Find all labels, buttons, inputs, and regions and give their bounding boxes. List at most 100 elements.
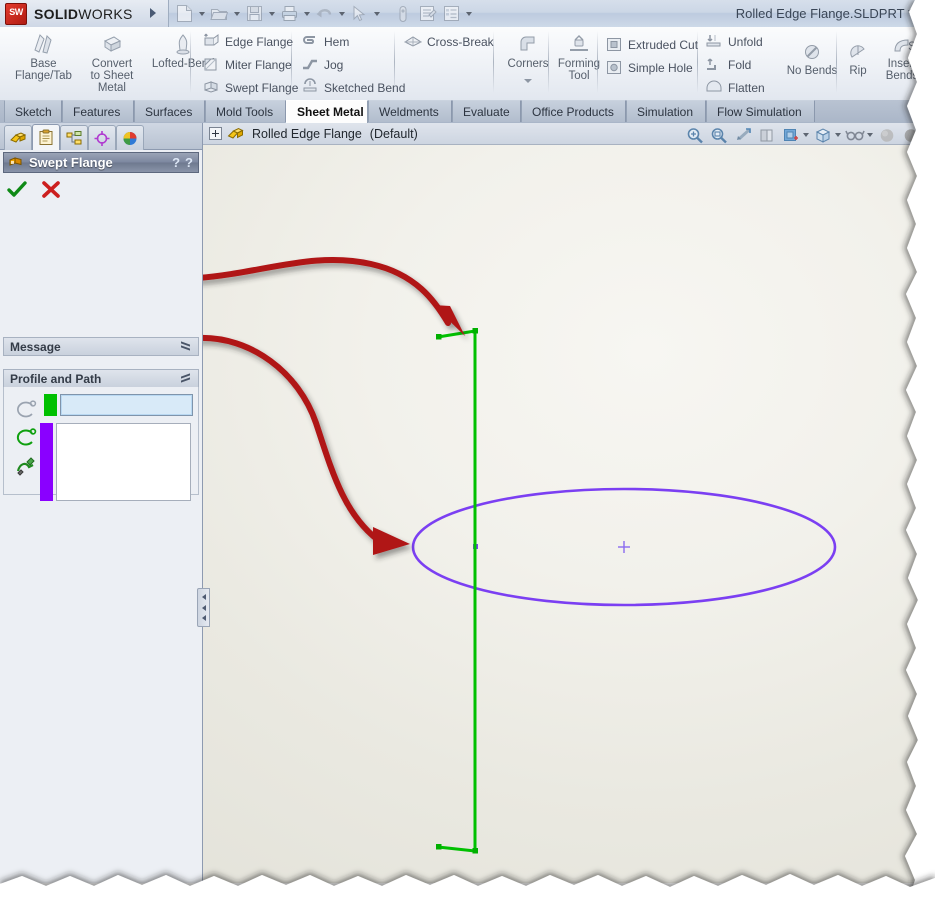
- path-selection-box[interactable]: [56, 423, 191, 501]
- chevron-down-icon[interactable]: [181, 341, 192, 352]
- profile-and-path-section-header[interactable]: Profile and Path: [3, 369, 199, 388]
- new-document-icon[interactable]: [172, 2, 196, 26]
- brand-label: SOLIDWORKS: [34, 6, 133, 22]
- whats-wrong-icon[interactable]: ?: [172, 155, 180, 170]
- print-icon[interactable]: [277, 2, 301, 26]
- previous-view-icon[interactable]: [732, 125, 753, 145]
- no-bends-button[interactable]: No Bends: [780, 27, 844, 77]
- ribbon-group-base: Base Flange/Tab Convert to Sheet Metal L…: [10, 27, 220, 100]
- menu-expand-arrow-icon[interactable]: [150, 8, 156, 18]
- tab-sheet-metal[interactable]: Sheet Metal: [286, 100, 368, 123]
- accept-ok-button[interactable]: [7, 181, 27, 199]
- edge-flange-button[interactable]: Edge Flange: [198, 30, 298, 53]
- base-flange-tab-label-1: Base: [30, 58, 57, 70]
- ribbon-separator-7: [697, 31, 698, 93]
- display-sphere-icon: [121, 130, 139, 147]
- brand-area[interactable]: SOLIDWORKS: [0, 0, 169, 27]
- convert-to-sheet-metal-label-2: to Sheet: [90, 70, 134, 82]
- extruded-cut-button[interactable]: Extruded Cut: [601, 33, 698, 56]
- cross-break-button[interactable]: Cross-Break: [400, 30, 494, 53]
- sketched-bend-button[interactable]: Sketched Bend: [297, 76, 405, 99]
- profile-selection-box[interactable]: [59, 394, 193, 416]
- forming-tool-icon: [566, 30, 592, 56]
- zoom-to-area-icon[interactable]: [708, 125, 729, 145]
- options-icon[interactable]: [415, 2, 439, 26]
- profile-green-sketch[interactable]: [436, 329, 477, 853]
- unfold-icon: [703, 32, 725, 52]
- expand-plus-icon[interactable]: [209, 127, 222, 140]
- display-style-dropdown-caret-icon[interactable]: [835, 133, 841, 137]
- document-properties-icon[interactable]: [439, 2, 463, 26]
- base-flange-tab-button[interactable]: Base Flange/Tab: [10, 27, 77, 82]
- path-color-swatch: [40, 423, 53, 501]
- tab-surfaces[interactable]: Surfaces: [134, 100, 205, 122]
- select-cursor-icon[interactable]: [347, 2, 371, 26]
- display-style-icon[interactable]: [812, 125, 833, 145]
- open-document-icon[interactable]: [207, 2, 231, 26]
- tab-office-products[interactable]: Office Products: [521, 100, 626, 122]
- save-icon[interactable]: [242, 2, 266, 26]
- corners-dropdown-caret-icon[interactable]: [524, 79, 532, 83]
- graphics-tree-root-label: Rolled Edge Flange: [252, 126, 362, 141]
- path-sketch-icon: [10, 423, 44, 453]
- swept-flange-button[interactable]: Swept Flange: [198, 76, 298, 99]
- convert-to-sheet-metal-button[interactable]: Convert to Sheet Metal: [85, 27, 139, 94]
- graphics-viewport[interactable]: [203, 123, 917, 883]
- viewport-geometry: [203, 256, 837, 854]
- rip-button[interactable]: Rip: [840, 27, 876, 77]
- undo-icon[interactable]: [312, 2, 336, 26]
- swept-flange-header-icon: [8, 155, 24, 170]
- cancel-button[interactable]: [41, 181, 61, 199]
- help-question-icon[interactable]: ?: [185, 155, 193, 170]
- hide-show-items-icon[interactable]: [844, 125, 865, 145]
- new-document-dropdown-caret-icon[interactable]: [196, 2, 207, 26]
- save-dropdown-caret-icon[interactable]: [266, 2, 277, 26]
- message-section-header[interactable]: Message: [3, 337, 199, 356]
- chevron-up-icon[interactable]: [181, 373, 192, 384]
- fold-button[interactable]: Fold: [701, 53, 765, 76]
- simple-hole-icon: [603, 58, 625, 78]
- zoom-to-fit-icon[interactable]: [684, 125, 705, 145]
- display-manager-tab[interactable]: [116, 125, 144, 150]
- tab-simulation[interactable]: Simulation: [626, 100, 706, 122]
- profile-endpoints: [436, 328, 478, 854]
- tab-sketch[interactable]: Sketch: [4, 100, 62, 122]
- rebuild-icon[interactable]: [391, 2, 415, 26]
- print-dropdown-caret-icon[interactable]: [301, 2, 312, 26]
- edit-appearance-icon[interactable]: [876, 125, 897, 145]
- tab-features[interactable]: Features: [62, 100, 134, 122]
- view-orientation-dropdown-caret-icon[interactable]: [803, 133, 809, 137]
- undo-dropdown-caret-icon[interactable]: [336, 2, 347, 26]
- unfold-label: Unfold: [728, 34, 763, 49]
- flatten-label: Flatten: [728, 80, 765, 95]
- section-view-icon[interactable]: [756, 125, 777, 145]
- document-properties-dropdown-caret-icon[interactable]: [463, 2, 474, 26]
- feature-manager-tab[interactable]: [4, 125, 32, 150]
- hem-button[interactable]: Hem: [297, 30, 405, 53]
- view-orientation-icon[interactable]: [780, 125, 801, 145]
- tab-mold-tools[interactable]: Mold Tools: [205, 100, 286, 122]
- dimxpert-manager-tab[interactable]: [88, 125, 116, 150]
- flatten-button[interactable]: Flatten: [701, 76, 765, 99]
- ribbon-group-nobends: No Bends: [780, 27, 844, 100]
- tab-evaluate[interactable]: Evaluate: [452, 100, 521, 122]
- jog-button[interactable]: Jog: [297, 53, 405, 76]
- property-manager-tab[interactable]: [32, 124, 60, 150]
- hide-show-dropdown-caret-icon[interactable]: [867, 133, 873, 137]
- miter-flange-button[interactable]: Miter Flange: [198, 53, 298, 76]
- apply-scene-icon[interactable]: [900, 125, 921, 145]
- ribbon-toolbar: Base Flange/Tab Convert to Sheet Metal L…: [0, 27, 935, 101]
- clipped-button[interactable]: S: [898, 27, 926, 53]
- open-document-dropdown-caret-icon[interactable]: [231, 2, 242, 26]
- ribbon-group-fold: Unfold Fold Flatten: [701, 27, 765, 100]
- panel-splitter-handle[interactable]: [197, 588, 210, 627]
- configuration-manager-tab[interactable]: [60, 125, 88, 150]
- unfold-button[interactable]: Unfold: [701, 30, 765, 53]
- forming-tool-label-1: Forming: [557, 58, 601, 70]
- property-manager-actions: [0, 176, 202, 204]
- simple-hole-button[interactable]: Simple Hole: [601, 56, 698, 79]
- tangent-propagation-icon[interactable]: [10, 453, 44, 483]
- tab-flow-simulation[interactable]: Flow Simulation: [706, 100, 815, 122]
- select-dropdown-caret-icon[interactable]: [371, 2, 382, 26]
- tab-weldments[interactable]: Weldments: [368, 100, 452, 122]
